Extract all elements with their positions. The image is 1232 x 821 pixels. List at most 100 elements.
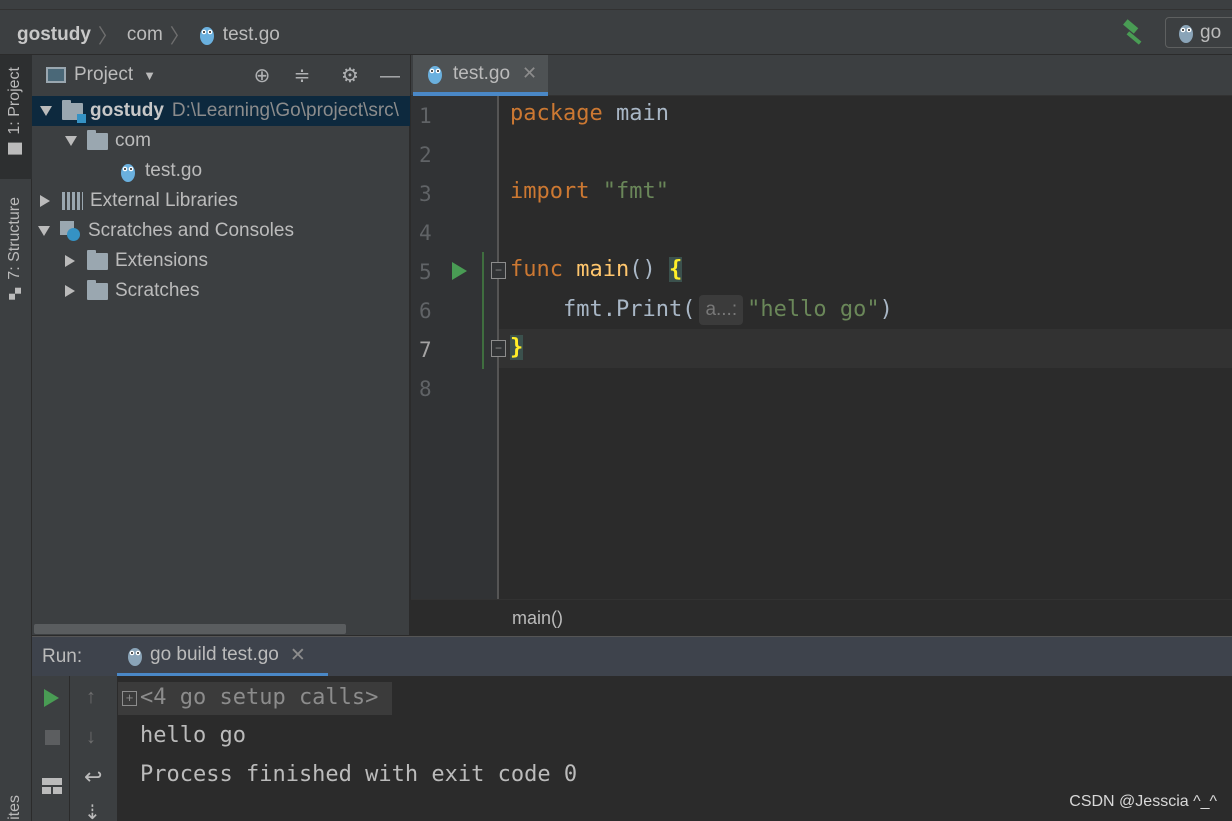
project-panel: Project ▼ ⊕ ≑ ⚙ — gostudy D:\Learning\Go… [32,55,410,635]
tree-item-label: Extensions [115,250,208,271]
tool-tab-project-label: 1: Project [6,67,23,135]
gear-icon[interactable]: ⚙ [338,64,362,88]
layout-icon[interactable] [42,778,62,794]
breadcrumb-folder[interactable]: com [127,24,163,46]
folder-icon [8,142,22,155]
hide-panel-icon[interactable]: — [378,64,402,88]
tree-item-gostudy[interactable]: gostudy D:\Learning\Go\project\src\ [32,96,410,126]
tool-window-strip: 1: Project 7: Structure ites [0,55,32,821]
fold-marker-icon[interactable]: − [491,340,506,357]
code-line-5: func main() { [510,257,683,282]
module-folder-icon [62,99,86,123]
rerun-play-icon[interactable] [44,689,59,707]
paren-token: () [629,257,669,282]
identifier-token: main [602,101,669,126]
console-output-line: hello go [140,723,246,748]
folder-icon [87,129,108,150]
tool-tab-structure[interactable]: 7: Structure [6,197,24,300]
soft-wrap-icon[interactable]: ↩ [84,764,102,790]
folder-icon [87,279,108,300]
line-number: 3 [419,182,432,206]
close-tab-icon[interactable]: ✕ [290,644,306,667]
line-number: 4 [419,221,432,245]
run-configuration-label: go [1200,21,1222,43]
project-panel-title: Project [74,64,134,85]
keyword-token: import [510,179,590,204]
tree-item-label: com [115,130,151,151]
project-window-icon [46,67,66,83]
code-line-6: fmt.Print(a...: "hello go") [510,295,893,325]
line-number: 2 [419,143,432,167]
breadcrumb-separator: 〉 [97,26,118,48]
line-number: 1 [419,104,432,128]
watermark: CSDN @Jesscia ^_^ [1069,793,1217,810]
keyword-token: package [510,101,603,126]
expand-fold-icon[interactable]: + [122,691,137,706]
tree-item-test-go[interactable]: test.go [32,156,410,186]
editor-breadcrumb-function[interactable]: main() [512,608,563,629]
close-tab-icon[interactable]: ✕ [522,63,537,84]
paren-token: ) [879,297,893,322]
matched-brace: } [510,335,524,360]
chevron-down-icon: ▼ [143,67,157,83]
folder-icon [87,249,108,270]
scratches-clock-icon [60,220,81,242]
run-console[interactable]: + <4 go setup calls> hello go Process fi… [118,676,1232,821]
tool-tab-favorites[interactable]: ites [6,795,24,820]
tool-tab-favorites-label: ites [6,795,23,820]
string-token: "hello go" [747,297,880,322]
locate-target-icon[interactable]: ⊕ [250,64,274,88]
setup-calls-text: <4 go setup calls> [140,685,379,710]
run-gutter-icon[interactable] [452,262,467,280]
tool-tab-project[interactable]: 1: Project [6,67,24,155]
breadcrumb-separator: 〉 [169,26,190,48]
fold-marker-icon[interactable]: − [491,262,506,279]
expand-arrow-icon[interactable] [40,106,52,116]
collapsed-arrow-icon[interactable] [65,255,75,267]
go-file-icon [427,63,443,84]
code-line-3: import "fmt" [510,179,669,204]
function-name-token: main [562,257,630,282]
scroll-to-end-icon[interactable]: ⇣ [84,800,101,821]
run-panel-header: Run: go build test.go ✕ [32,636,1232,677]
tree-item-external-libraries[interactable]: External Libraries [32,186,410,216]
code-line-1: package main [510,101,669,126]
arrow-up-icon[interactable]: ↑ [86,686,96,709]
tree-item-label: External Libraries [90,190,238,211]
collapsed-arrow-icon[interactable] [65,285,75,297]
go-file-icon [199,24,215,45]
arrow-down-icon[interactable]: ↓ [86,726,96,749]
matched-brace: { [668,257,683,282]
run-toolbar-right: ↑ ↓ ↩ ⇣ [70,676,118,821]
collapse-all-icon[interactable]: ≑ [290,64,314,88]
structure-icon [9,287,21,300]
code-editor[interactable]: 1 2 3 4 5 6 7 8 − − package main import … [411,96,1232,599]
build-hammer-icon[interactable] [1122,19,1148,45]
breadcrumb-file[interactable]: test.go [223,24,280,46]
run-configuration-selector[interactable]: go [1165,17,1232,48]
run-tab-go-build[interactable]: go build test.go ✕ [117,637,328,677]
expand-arrow-icon[interactable] [65,136,77,146]
tree-item-label: test.go [145,160,203,181]
tree-item-scratches-consoles[interactable]: Scratches and Consoles [32,216,410,246]
tree-item-extensions[interactable]: Extensions [32,246,410,276]
tree-item-com[interactable]: com [32,126,410,156]
call-token: fmt.Print( [510,297,696,322]
breadcrumb-project[interactable]: gostudy [17,24,91,46]
breadcrumb: gostudy 〉 com 〉 test.go [17,20,280,49]
run-tab-label: go build test.go [150,644,279,665]
current-line-highlight [499,329,1232,368]
expand-arrow-icon[interactable] [38,226,50,236]
parameter-hint: a...: [699,295,744,325]
tool-tab-structure-label: 7: Structure [6,197,23,280]
run-panel-label: Run: [42,646,83,667]
horizontal-scrollbar[interactable] [34,624,346,634]
collapsed-arrow-icon[interactable] [40,195,50,207]
stop-icon[interactable] [45,730,60,745]
go-setup-calls-fold[interactable]: + <4 go setup calls> [118,682,392,715]
project-view-selector[interactable]: Project ▼ [46,64,156,86]
tree-item-scratches[interactable]: Scratches [32,276,410,306]
editor-tab-test-go[interactable]: test.go ✕ [413,55,548,96]
line-number: 7 [419,338,432,362]
editor-tab-bar: test.go ✕ [411,55,1232,96]
